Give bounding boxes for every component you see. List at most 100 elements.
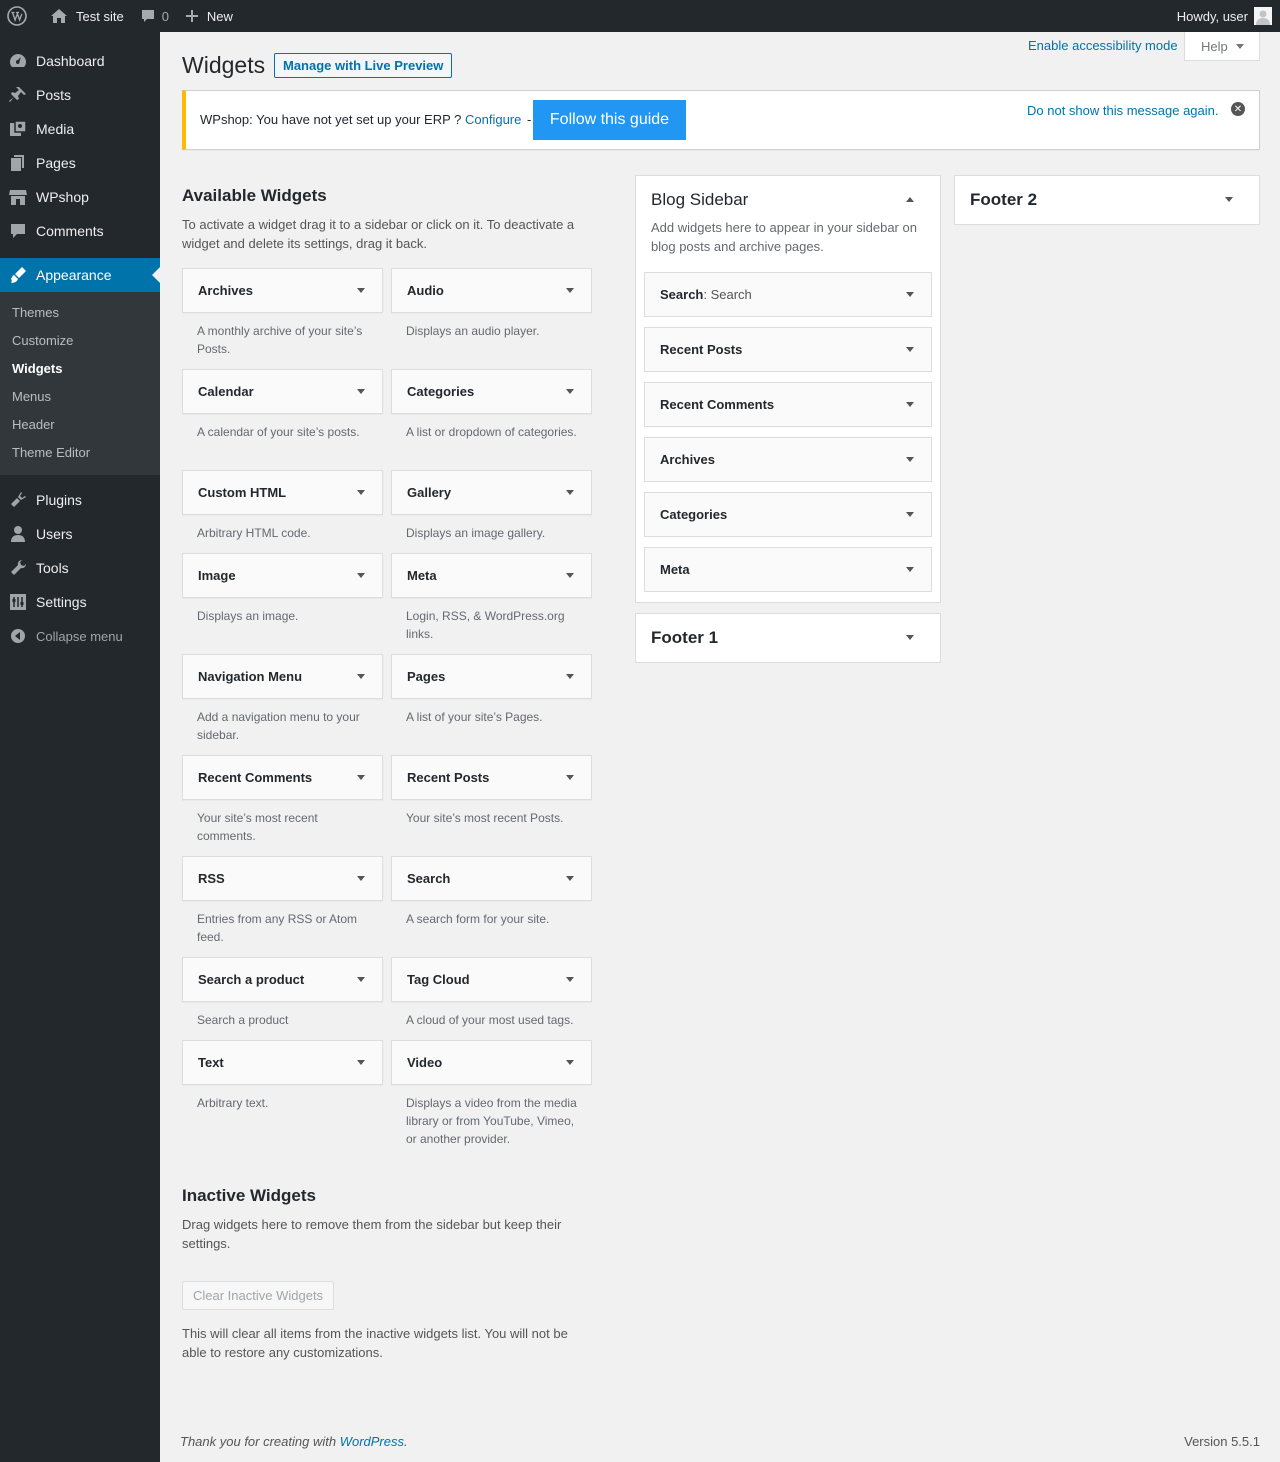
chevron-up-icon[interactable]: [906, 197, 914, 202]
widget-search-a-product[interactable]: Search a product: [182, 957, 383, 1002]
new-content-link[interactable]: New: [177, 0, 241, 32]
menu-item-comments[interactable]: Comments: [0, 214, 160, 248]
pin-icon: [8, 85, 28, 105]
menu-item-users[interactable]: Users: [0, 517, 160, 551]
widget-title: Archives: [198, 283, 253, 298]
menu-item-plugins[interactable]: Plugins: [0, 483, 160, 517]
widget-title: Tag Cloud: [407, 972, 470, 987]
widget-video[interactable]: Video: [391, 1040, 592, 1085]
sidebar-widget-categories[interactable]: Categories: [644, 492, 932, 537]
widget-rss[interactable]: RSS: [182, 856, 383, 901]
widget-meta[interactable]: Meta: [391, 553, 592, 598]
chevron-down-icon[interactable]: [906, 347, 914, 352]
howdy-label: Howdy, user: [1176, 8, 1248, 24]
chevron-down-icon[interactable]: [566, 573, 574, 578]
chevron-down-icon[interactable]: [357, 775, 365, 780]
chevron-down-icon[interactable]: [566, 977, 574, 982]
sidebar-widget-meta[interactable]: Meta: [644, 547, 932, 592]
menu-item-media[interactable]: Media: [0, 112, 160, 146]
chevron-down-icon[interactable]: [1225, 197, 1233, 202]
site-name-link[interactable]: Test site: [42, 0, 132, 32]
menu-item-settings[interactable]: Settings: [0, 585, 160, 619]
collapse-menu-button[interactable]: Collapse menu: [0, 619, 160, 653]
wordpress-link[interactable]: WordPress: [340, 1434, 404, 1449]
widget-recent-comments[interactable]: Recent Comments: [182, 755, 383, 800]
chevron-down-icon[interactable]: [357, 573, 365, 578]
widget-gallery[interactable]: Gallery: [391, 470, 592, 515]
widget-title: Image: [198, 568, 236, 583]
menu-item-posts[interactable]: Posts: [0, 78, 160, 112]
chevron-down-icon[interactable]: [566, 876, 574, 881]
submenu-theme-editor[interactable]: Theme Editor: [0, 439, 160, 467]
my-account-link[interactable]: Howdy, user: [1169, 0, 1280, 32]
widget-audio[interactable]: Audio: [391, 268, 592, 313]
submenu-header[interactable]: Header: [0, 411, 160, 439]
live-preview-button[interactable]: Manage with Live Preview: [274, 53, 453, 78]
widget-navigation-menu[interactable]: Navigation Menu: [182, 654, 383, 699]
widget-search[interactable]: Search: [391, 856, 592, 901]
chevron-down-icon[interactable]: [906, 402, 914, 407]
chevron-down-icon[interactable]: [357, 389, 365, 394]
plugin-icon: [8, 490, 28, 510]
chevron-down-icon[interactable]: [566, 389, 574, 394]
submenu-menus[interactable]: Menus: [0, 383, 160, 411]
menu-item-appearance[interactable]: Appearance: [0, 258, 160, 292]
comments-link[interactable]: 0: [132, 0, 177, 32]
widget-image[interactable]: Image: [182, 553, 383, 598]
chevron-down-icon[interactable]: [357, 490, 365, 495]
menu-item-wpshop[interactable]: WPshop: [0, 180, 160, 214]
inactive-widgets-title: Inactive Widgets: [182, 1186, 316, 1205]
chevron-down-icon[interactable]: [566, 490, 574, 495]
blog-sidebar-title: Blog Sidebar: [651, 190, 749, 209]
blog-sidebar-area[interactable]: Blog Sidebar Add widgets here to appear …: [635, 175, 941, 603]
chevron-down-icon[interactable]: [357, 876, 365, 881]
widget-pages[interactable]: Pages: [391, 654, 592, 699]
widget-calendar[interactable]: Calendar: [182, 369, 383, 414]
widget-title: Recent Comments: [660, 397, 774, 412]
chevron-down-icon[interactable]: [906, 635, 914, 640]
chevron-down-icon[interactable]: [906, 567, 914, 572]
admin-menu: Dashboard Posts Media Pages WPshop Comments A…: [0, 32, 160, 1462]
collapse-label: Collapse menu: [36, 628, 123, 644]
chevron-down-icon[interactable]: [357, 1060, 365, 1065]
submenu-customize[interactable]: Customize: [0, 327, 160, 355]
follow-guide-button[interactable]: Follow this guide: [533, 100, 686, 140]
widget-tag-cloud[interactable]: Tag Cloud: [391, 957, 592, 1002]
close-icon[interactable]: ✕: [1231, 102, 1245, 116]
widget-archives[interactable]: Archives: [182, 268, 383, 313]
help-tab-button[interactable]: Help: [1184, 32, 1260, 61]
clear-inactive-widgets-button[interactable]: Clear Inactive Widgets: [182, 1281, 335, 1310]
chevron-down-icon[interactable]: [906, 512, 914, 517]
menu-item-tools[interactable]: Tools: [0, 551, 160, 585]
configure-link[interactable]: Configure: [465, 112, 521, 127]
menu-item-pages[interactable]: Pages: [0, 146, 160, 180]
chevron-down-icon[interactable]: [566, 775, 574, 780]
widget-recent-posts[interactable]: Recent Posts: [391, 755, 592, 800]
chevron-down-icon[interactable]: [566, 288, 574, 293]
widget-categories[interactable]: Categories: [391, 369, 592, 414]
new-label: New: [206, 8, 233, 24]
chevron-down-icon[interactable]: [566, 674, 574, 679]
footer-2-area[interactable]: Footer 2: [954, 175, 1260, 225]
sidebar-widget-recent-comments[interactable]: Recent Comments: [644, 382, 932, 427]
chevron-down-icon[interactable]: [906, 292, 914, 297]
sidebar-widget-archives[interactable]: Archives: [644, 437, 932, 482]
dismiss-message-link[interactable]: Do not show this message again.: [1027, 103, 1219, 118]
chevron-down-icon[interactable]: [566, 1060, 574, 1065]
accessibility-mode-link[interactable]: Enable accessibility mode: [1028, 38, 1178, 53]
chevron-down-icon[interactable]: [906, 457, 914, 462]
widget-custom-html[interactable]: Custom HTML: [182, 470, 383, 515]
comments-count: 0: [161, 8, 169, 24]
submenu-themes[interactable]: Themes: [0, 299, 160, 327]
menu-item-dashboard[interactable]: Dashboard: [0, 44, 160, 78]
chevron-down-icon[interactable]: [357, 674, 365, 679]
sidebar-widget-recent-posts[interactable]: Recent Posts: [644, 327, 932, 372]
chevron-down-icon[interactable]: [357, 288, 365, 293]
footer-1-area[interactable]: Footer 1: [635, 613, 941, 663]
sidebar-widget-search[interactable]: Search: Search: [644, 272, 932, 317]
submenu-widgets[interactable]: Widgets: [0, 355, 160, 383]
widget-text[interactable]: Text: [182, 1040, 383, 1085]
blog-sidebar-description: Add widgets here to appear in your sideb…: [651, 220, 917, 254]
chevron-down-icon[interactable]: [357, 977, 365, 982]
wordpress-logo-icon[interactable]: [0, 0, 42, 32]
